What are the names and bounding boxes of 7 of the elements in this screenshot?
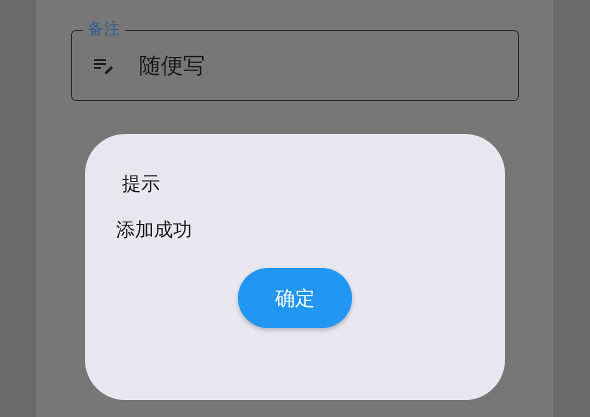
dialog-title: 提示: [122, 172, 161, 196]
notes-edit-icon: [93, 58, 115, 74]
field-value: 随便写: [139, 52, 205, 80]
note-field[interactable]: 备注 随便写: [71, 19, 519, 101]
field-label: 备注: [83, 19, 125, 39]
dialog-message: 添加成功: [116, 218, 193, 242]
confirm-button[interactable]: 确定: [238, 268, 352, 328]
